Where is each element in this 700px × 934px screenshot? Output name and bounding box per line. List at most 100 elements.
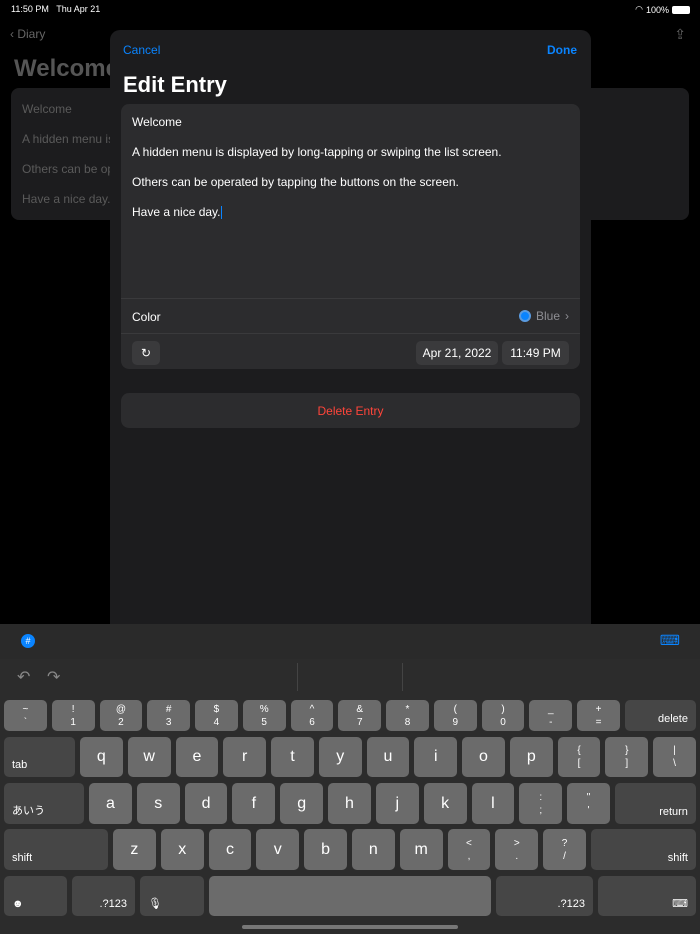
key-r[interactable]: r	[223, 737, 267, 777]
key-.[interactable]: >.	[495, 829, 539, 870]
key-;[interactable]: :;	[519, 783, 563, 824]
key-4[interactable]: $4	[195, 700, 238, 731]
key-u[interactable]: u	[366, 737, 410, 777]
key-label: &	[356, 703, 364, 715]
key-label: 5	[261, 716, 267, 728]
key-a[interactable]: a	[89, 783, 132, 824]
date-button[interactable]: Apr 21, 2022	[416, 341, 498, 365]
key-f[interactable]: f	[232, 783, 276, 824]
refresh-button[interactable]: ↻	[132, 341, 160, 365]
emoji-icon: ☻	[12, 898, 24, 910]
key-g[interactable]: g	[280, 783, 324, 824]
key-'[interactable]: " '	[567, 783, 610, 824]
redo-icon[interactable]: ↷	[47, 667, 60, 687]
key-6[interactable]: ^ 6	[290, 700, 334, 731]
key-label: \	[673, 758, 676, 769]
key-s[interactable]: s	[136, 783, 180, 824]
space-bar[interactable]	[209, 876, 491, 916]
key-/[interactable]: ? /	[543, 829, 586, 870]
key-y[interactable]: y	[318, 737, 362, 777]
delete-entry-button[interactable]: Delete Entry	[121, 393, 580, 428]
dictation-key[interactable]: 🎙	[140, 876, 204, 916]
key-label: t	[290, 748, 295, 765]
key-label: l	[491, 794, 495, 812]
key-k[interactable]: k	[423, 783, 467, 824]
share-icon[interactable]: ⇪	[674, 26, 686, 43]
key-z[interactable]: z	[113, 829, 156, 870]
key-1[interactable]: ! 1	[51, 700, 95, 731]
key-8[interactable]: * 8	[386, 700, 429, 731]
key-x[interactable]: x	[160, 829, 204, 870]
key-label: k	[441, 794, 450, 812]
key-,[interactable]: <,	[447, 829, 491, 870]
key-5[interactable]: % 5	[242, 700, 286, 731]
key-label: x	[178, 840, 187, 858]
keyboard-dismiss-icon[interactable]: ⌨	[660, 632, 680, 649]
shift-left-key[interactable]: shift	[4, 829, 108, 870]
cancel-button[interactable]: Cancel	[123, 43, 160, 57]
key-p[interactable]: p	[509, 737, 553, 777]
status-right: ◠ 100%	[635, 4, 690, 15]
key-0[interactable]: ) 0	[481, 700, 525, 731]
key-e[interactable]: e	[175, 737, 219, 777]
key-t[interactable]: t	[271, 737, 314, 777]
key--[interactable]: _ -	[529, 700, 573, 731]
key-`[interactable]: ~ `	[4, 700, 47, 731]
numbers-key-right[interactable]: .?123	[496, 876, 593, 916]
text-line: Welcome	[132, 115, 182, 129]
key-h[interactable]: h	[328, 783, 371, 824]
key-label: $	[213, 703, 220, 715]
shift-right-key[interactable]: shift	[590, 829, 696, 870]
delete-key[interactable]: delete	[624, 700, 696, 731]
key-c[interactable]: c	[208, 829, 252, 870]
key-b[interactable]: b	[304, 829, 347, 870]
key-label: '	[587, 804, 590, 816]
return-key[interactable]: return	[614, 783, 696, 824]
key-2[interactable]: @2	[99, 700, 143, 731]
key-][interactable]: }]	[605, 737, 649, 777]
key-w[interactable]: w	[127, 737, 171, 777]
back-button[interactable]: ‹ Diary	[10, 27, 45, 41]
undo-icon[interactable]: ↶	[17, 667, 30, 687]
key-label: .	[515, 850, 519, 862]
battery-icon	[672, 5, 690, 14]
hashtag-button[interactable]: #	[21, 634, 35, 648]
color-row[interactable]: Color Blue ›	[121, 299, 580, 333]
done-button[interactable]: Done	[547, 43, 577, 57]
key-9[interactable]: (9	[433, 700, 477, 731]
time-button[interactable]: 11:49 PM	[502, 341, 569, 365]
edit-entry-sheet: Cancel Done Edit Entry Welcome A hidden …	[110, 30, 591, 630]
keyboard-hide-key[interactable]: ⌨	[598, 876, 696, 916]
key-l[interactable]: l	[471, 783, 515, 824]
key-j[interactable]: j	[375, 783, 419, 824]
entry-text-area[interactable]: Welcome A hidden menu is displayed by lo…	[121, 104, 580, 298]
key-=[interactable]: + =	[577, 700, 620, 731]
key-label: return	[659, 806, 688, 818]
color-swatch-icon	[518, 310, 531, 322]
numbers-key-left[interactable]: .?123	[72, 876, 135, 916]
emoji-key[interactable]: ☻	[4, 876, 67, 916]
key-label: ,	[467, 850, 471, 862]
key-o[interactable]: o	[462, 737, 505, 777]
list-item: A hidden menu is	[22, 132, 115, 146]
key-3[interactable]: #3	[147, 700, 191, 731]
key-d[interactable]: d	[184, 783, 228, 824]
key-7[interactable]: & 7	[338, 700, 382, 731]
key-label: "	[586, 791, 591, 803]
key-label: @	[115, 703, 126, 715]
key-label: z	[130, 840, 139, 858]
key-n[interactable]: n	[351, 829, 395, 870]
key-label: .?123	[99, 898, 127, 910]
key-m[interactable]: m	[399, 829, 443, 870]
key-label: i	[433, 748, 438, 765]
key-[[interactable]: {[	[557, 737, 601, 777]
key-label: c	[225, 840, 234, 858]
key-q[interactable]: q	[80, 737, 123, 777]
key-v[interactable]: v	[256, 829, 300, 870]
kana-key[interactable]: あいう	[4, 783, 84, 824]
key-\[interactable]: | \	[653, 737, 696, 777]
key-label: 2	[118, 716, 124, 728]
key-i[interactable]: i	[414, 737, 458, 777]
key-label: ^	[309, 703, 315, 715]
tab-key[interactable]: tab	[4, 737, 75, 777]
